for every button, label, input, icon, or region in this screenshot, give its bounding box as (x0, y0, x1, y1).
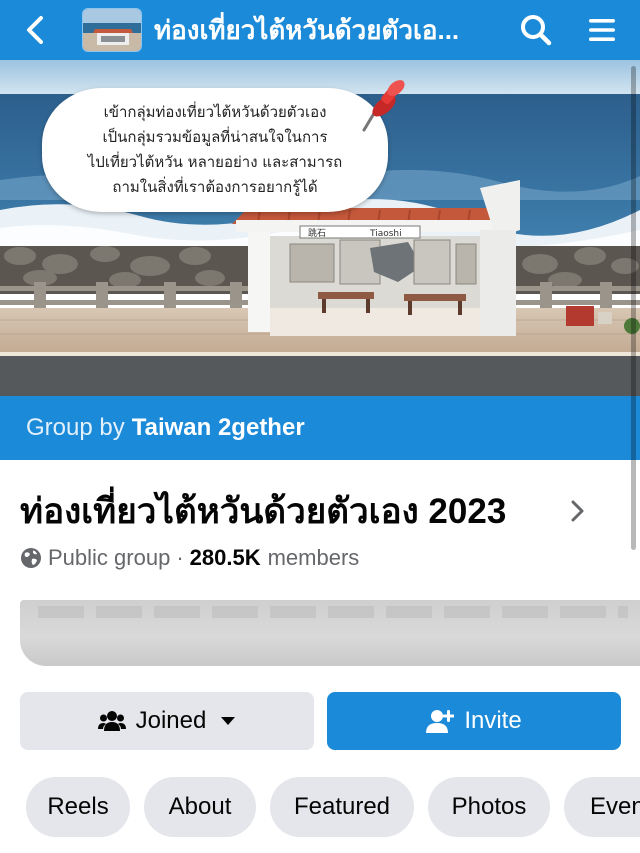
group-thumbnail[interactable] (82, 8, 142, 52)
group-meta: Public group · 280.5K members (20, 542, 359, 574)
meta-separator: · (176, 545, 184, 570)
pushpin-icon (362, 80, 405, 132)
invite-label: Invite (464, 707, 522, 734)
menu-button[interactable] (578, 0, 626, 60)
cover-photo[interactable]: 跳石 Tiaoshi เข้ากลุ่มท่องเที่ยวไต้หวันด้ว… (0, 60, 640, 396)
group-by-prefix: Group by (26, 414, 125, 441)
group-by-banner[interactable]: Group by Taiwan 2gether (0, 396, 640, 460)
tab-featured[interactable]: Featured (270, 777, 414, 837)
members-icon (97, 711, 126, 731)
group-owner-link[interactable]: Taiwan 2gether (132, 414, 305, 442)
chevron-right-icon[interactable] (570, 498, 586, 524)
member-count[interactable]: 280.5K (190, 545, 261, 571)
top-nav-bar: ท่องเที่ยวไต้หวันด้วยตัวเอ... (0, 0, 640, 60)
speech-bubble-text: เข้ากลุ่มท่องเที่ยวไต้หวันด้วยตัวเอง เป็… (88, 100, 342, 200)
scrollbar[interactable] (631, 66, 636, 550)
caret-down-icon (221, 717, 236, 725)
tab-events[interactable]: Events (564, 777, 640, 837)
add-person-icon (426, 710, 455, 733)
search-button[interactable] (512, 0, 560, 60)
search-icon (521, 15, 552, 46)
bubble-line-4: ถามในสิ่งที่เราต้องการอยากรู้ได้ (112, 178, 318, 196)
sign-english: Tiaoshi (369, 229, 402, 239)
back-button[interactable] (0, 0, 70, 60)
nav-title: ท่องเที่ยวไต้หวันด้วยตัวเอ... (154, 14, 460, 45)
bubble-line-1: เข้ากลุ่มท่องเที่ยวไต้หวันด้วยตัวเอง (103, 103, 327, 121)
sign-chinese: 跳石 (308, 227, 326, 239)
globe-icon (21, 548, 41, 568)
bubble-line-3: ไปเที่ยวไต้หวัน หลายอย่าง และสามารถ (87, 153, 343, 171)
chevron-left-icon (27, 16, 43, 44)
speech-bubble: เข้ากลุ่มท่องเที่ยวไต้หวันด้วยตัวเอง เป็… (42, 88, 388, 212)
bubble-line-2: เป็นกลุ่มรวมข้อมูลที่น่าสนใจในการ (102, 128, 328, 146)
joined-button[interactable]: Joined (20, 692, 314, 750)
group-title[interactable]: ท่องเที่ยวไต้หวันด้วยตัวเอง 2023 (20, 484, 506, 539)
joined-label: Joined (135, 707, 207, 734)
group-tabs: Reels About Featured Photos Events (26, 777, 640, 837)
tab-reels[interactable]: Reels (26, 777, 130, 837)
tab-about[interactable]: About (144, 777, 256, 837)
redacted-area (20, 600, 640, 666)
invite-button[interactable]: Invite (327, 692, 621, 750)
members-label[interactable]: members (268, 545, 360, 571)
tab-photos[interactable]: Photos (428, 777, 550, 837)
hamburger-menu-icon (589, 19, 615, 41)
privacy-label: Public group (48, 545, 171, 570)
